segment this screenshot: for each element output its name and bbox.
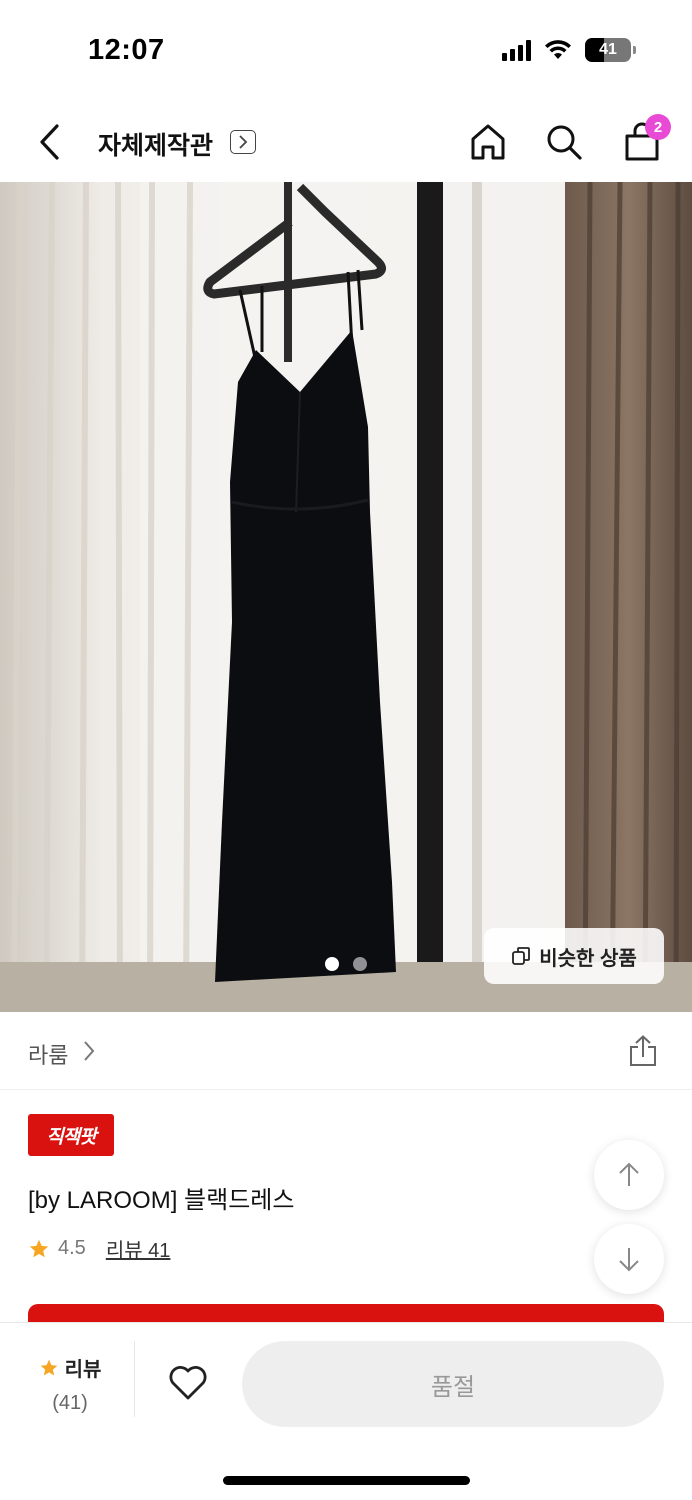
soldout-button[interactable]: 품절 bbox=[242, 1341, 664, 1427]
back-arrow-icon bbox=[40, 124, 59, 160]
similar-products-label: 비슷한 상품 bbox=[539, 947, 637, 970]
brand-row: 라룸 bbox=[0, 1012, 692, 1090]
product-image[interactable] bbox=[0, 182, 692, 1012]
review-count: (41) bbox=[52, 1392, 88, 1414]
home-icon bbox=[471, 124, 505, 160]
similar-products-button[interactable]: 비슷한 상품 bbox=[484, 928, 664, 984]
home-button[interactable] bbox=[466, 120, 510, 164]
signal-icon bbox=[502, 39, 531, 61]
page-title[interactable]: 자체제작관 bbox=[98, 126, 213, 162]
bottom-action-bar: 리뷰 (41) 품절 bbox=[0, 1322, 692, 1500]
chevron-right-icon[interactable] bbox=[82, 1040, 96, 1062]
cart-count-badge: 2 bbox=[645, 114, 671, 140]
promo-tag-badge: 직잭팟 bbox=[28, 1114, 114, 1156]
review-label: 리뷰 bbox=[64, 1359, 102, 1381]
navigation-bar: 자체제작관 bbox=[0, 100, 692, 182]
status-icons: 41 bbox=[502, 38, 636, 62]
home-indicator bbox=[223, 1476, 470, 1485]
battery-icon: 41 bbox=[585, 38, 631, 62]
rating-value: 4.5 bbox=[58, 1237, 86, 1259]
pagination-dot-1[interactable] bbox=[325, 957, 339, 971]
search-icon bbox=[547, 125, 582, 160]
wifi-icon bbox=[545, 40, 571, 59]
back-button[interactable] bbox=[30, 122, 70, 162]
divider bbox=[134, 1341, 135, 1417]
arrow-up-icon bbox=[619, 1162, 639, 1186]
status-bar: 12:07 41 bbox=[0, 0, 692, 100]
battery-cap bbox=[633, 46, 636, 54]
copy-icon bbox=[512, 947, 531, 965]
share-button[interactable] bbox=[624, 1032, 662, 1070]
battery-level: 41 bbox=[599, 41, 617, 58]
scroll-up-button[interactable] bbox=[594, 1140, 664, 1210]
heart-icon bbox=[169, 1366, 207, 1400]
share-icon bbox=[630, 1035, 656, 1066]
status-time: 12:07 bbox=[88, 34, 165, 66]
image-pagination bbox=[325, 957, 367, 971]
review-link[interactable]: 리뷰 41 bbox=[106, 1234, 171, 1263]
pagination-dot-2[interactable] bbox=[353, 957, 367, 971]
star-icon bbox=[29, 1239, 49, 1257]
title-chevron-icon[interactable] bbox=[230, 130, 256, 154]
scroll-down-button[interactable] bbox=[594, 1224, 664, 1294]
review-summary[interactable]: 리뷰 (41) bbox=[30, 1353, 110, 1415]
product-name: [by LAROOM] 블랙드레스 bbox=[28, 1187, 295, 1214]
arrow-down-icon bbox=[619, 1248, 639, 1272]
rating-row: 4.5 리뷰 41 bbox=[28, 1234, 170, 1263]
wishlist-button[interactable] bbox=[166, 1361, 210, 1405]
search-button[interactable] bbox=[542, 120, 586, 164]
star-icon bbox=[40, 1359, 57, 1375]
brand-name[interactable]: 라룸 bbox=[28, 1038, 68, 1070]
